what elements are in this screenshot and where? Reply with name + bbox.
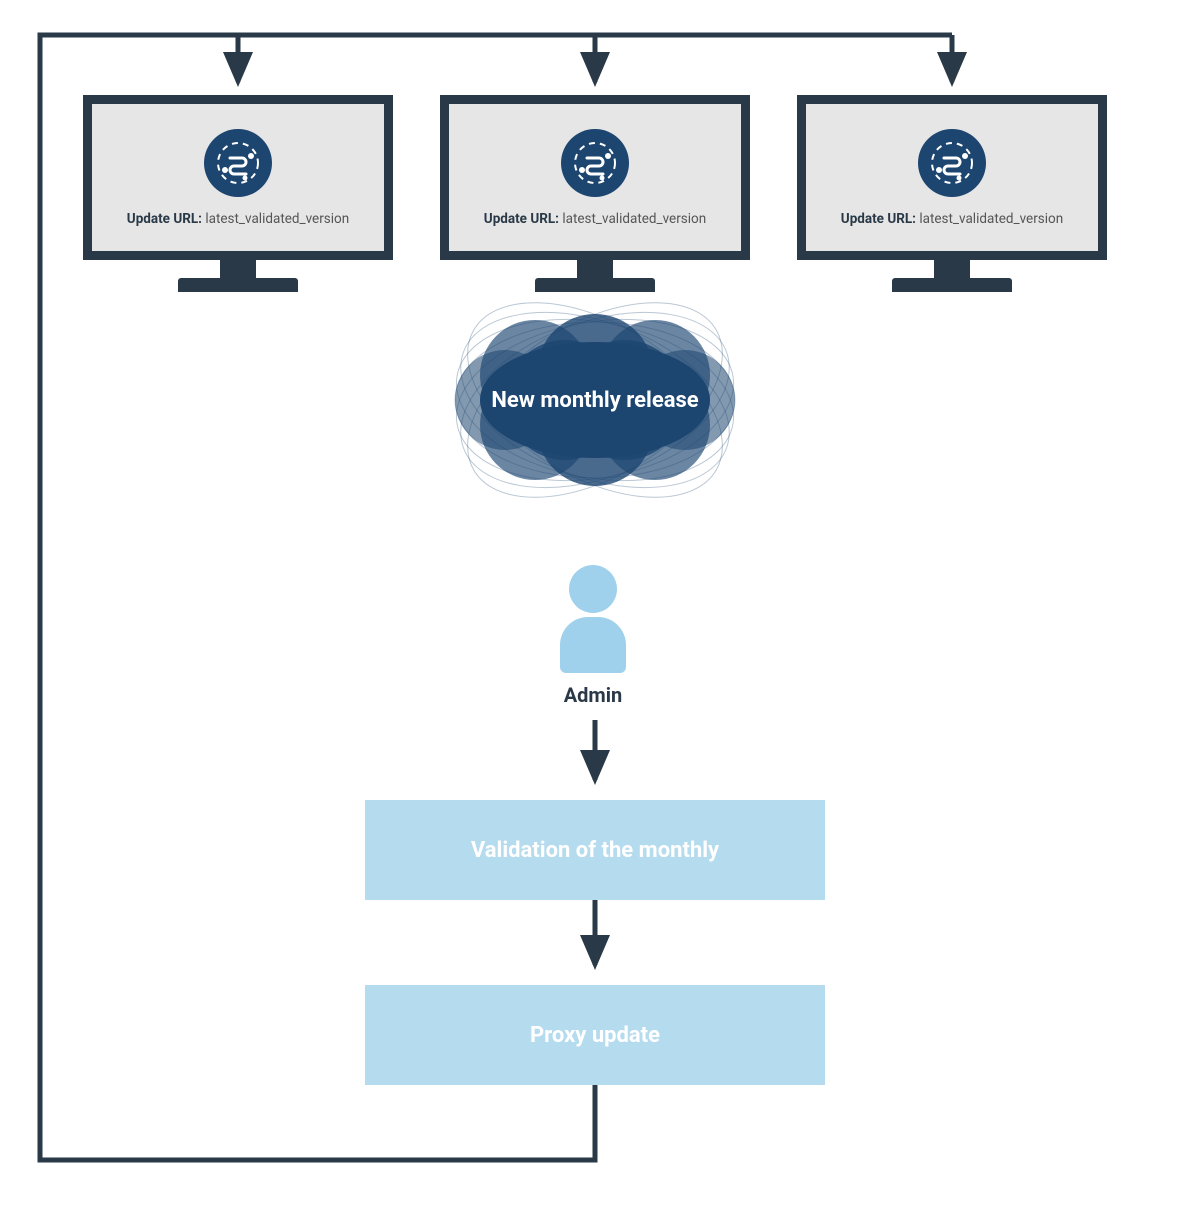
cloud-label: New monthly release	[491, 388, 698, 413]
monitor-frame: Update URL: latest_validated_version	[83, 95, 393, 260]
step-proxy-update: Proxy update	[365, 985, 825, 1085]
monitor-stand	[220, 260, 256, 278]
url-value: latest_validated_version	[562, 211, 706, 227]
url-label: Update URL:	[841, 211, 916, 227]
monitor-base	[892, 278, 1012, 292]
step-validation: Validation of the monthly	[365, 800, 825, 900]
url-value: latest_validated_version	[919, 211, 1063, 227]
person-body-icon	[560, 617, 626, 673]
monitor-stand	[934, 260, 970, 278]
person-icon	[569, 565, 617, 613]
app-logo-icon	[918, 129, 986, 197]
step-proxy-label: Proxy update	[530, 1023, 660, 1048]
admin-actor: Admin	[543, 565, 643, 707]
monitor-base	[178, 278, 298, 292]
monitor-stand	[577, 260, 613, 278]
step-validation-label: Validation of the monthly	[471, 838, 719, 863]
app-logo-icon	[204, 129, 272, 197]
update-url-text: Update URL: latest_validated_version	[484, 211, 706, 227]
monitor-1: Update URL: latest_validated_version	[83, 95, 393, 295]
url-label: Update URL:	[484, 211, 559, 227]
update-url-text: Update URL: latest_validated_version	[841, 211, 1063, 227]
monitor-2: Update URL: latest_validated_version	[440, 95, 750, 295]
app-logo-icon	[561, 129, 629, 197]
admin-label: Admin	[543, 683, 643, 707]
url-value: latest_validated_version	[205, 211, 349, 227]
monitor-base	[535, 278, 655, 292]
update-url-text: Update URL: latest_validated_version	[127, 211, 349, 227]
diagram-canvas: Update URL: latest_validated_version Upd…	[0, 0, 1189, 1223]
release-cloud: New monthly release	[435, 310, 755, 490]
monitor-frame: Update URL: latest_validated_version	[440, 95, 750, 260]
monitor-frame: Update URL: latest_validated_version	[797, 95, 1107, 260]
url-label: Update URL:	[127, 211, 202, 227]
monitor-3: Update URL: latest_validated_version	[797, 95, 1107, 295]
